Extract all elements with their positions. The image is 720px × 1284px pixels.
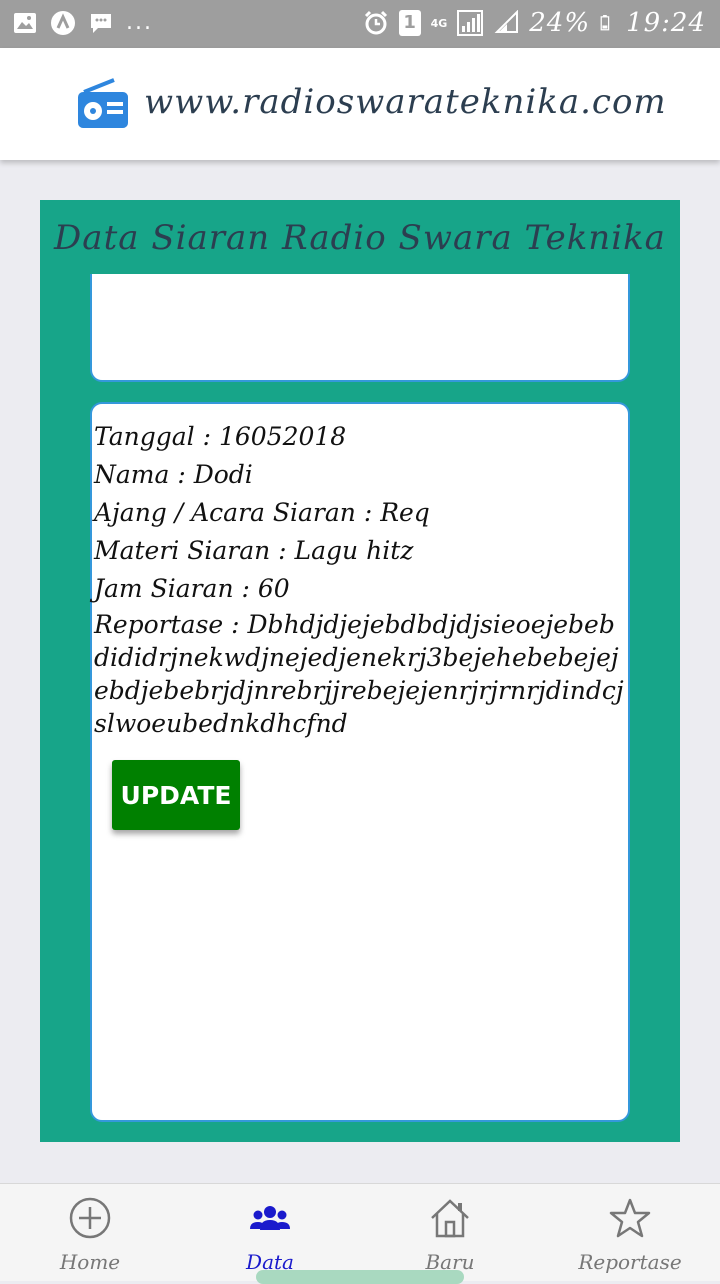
radio-icon — [78, 78, 128, 128]
record-details: Tanggal : 16052018 Nama : Dodi Ajang / A… — [94, 418, 626, 740]
plus-circle-icon — [69, 1197, 111, 1239]
status-bar: ... 1 4G 24% 19:24 — [0, 0, 720, 48]
battery-percent: 24% — [529, 8, 591, 38]
gesture-bar[interactable] — [256, 1270, 464, 1284]
app-header: www.radioswarateknika.com — [0, 48, 720, 160]
previous-record-card — [90, 274, 630, 382]
nav-data[interactable]: Data — [180, 1184, 360, 1281]
reportase-field: Reportase : Dbhdjdjejebdbdjdjsieoejebebd… — [94, 610, 624, 738]
broadcast-data-panel: Data Siaran Radio Swara Teknika Tanggal … — [40, 200, 680, 1142]
star-icon — [609, 1198, 651, 1238]
more-notifications: ... — [126, 10, 153, 35]
panel-title: Data Siaran Radio Swara Teknika — [54, 218, 666, 258]
ajang-field: Ajang / Acara Siaran : Req — [94, 498, 430, 527]
update-button[interactable]: UPDATE — [112, 760, 240, 830]
signal-icon — [457, 10, 484, 36]
users-icon — [250, 1206, 290, 1230]
nama-field: Nama : Dodi — [94, 460, 253, 489]
sim-badge: 1 — [398, 10, 421, 36]
image-icon — [14, 13, 36, 33]
chat-icon — [91, 14, 111, 33]
nav-reportase-label: Reportase — [578, 1250, 682, 1274]
nav-home[interactable]: Home — [0, 1184, 180, 1281]
battery-icon — [600, 15, 610, 31]
nav-reportase[interactable]: Reportase — [540, 1184, 720, 1281]
nav-home-label: Home — [59, 1250, 121, 1274]
home-icon — [431, 1199, 469, 1238]
materi-field: Materi Siaran : Lagu hitz — [94, 536, 414, 565]
tanggal-field: Tanggal : 16052018 — [94, 422, 347, 451]
bottom-nav: Home Data Baru Reportase — [0, 1183, 720, 1281]
site-url: www.radioswarateknika.com — [144, 82, 667, 122]
signal-2-icon — [494, 10, 519, 33]
record-card: Tanggal : 16052018 Nama : Dodi Ajang / A… — [90, 402, 630, 1122]
alarm-icon — [364, 10, 387, 35]
network-type: 4G — [430, 16, 448, 30]
clock: 19:24 — [626, 8, 706, 38]
app-notification-icon — [51, 11, 75, 35]
nav-baru[interactable]: Baru — [360, 1184, 540, 1281]
jam-field: Jam Siaran : 60 — [94, 574, 290, 603]
